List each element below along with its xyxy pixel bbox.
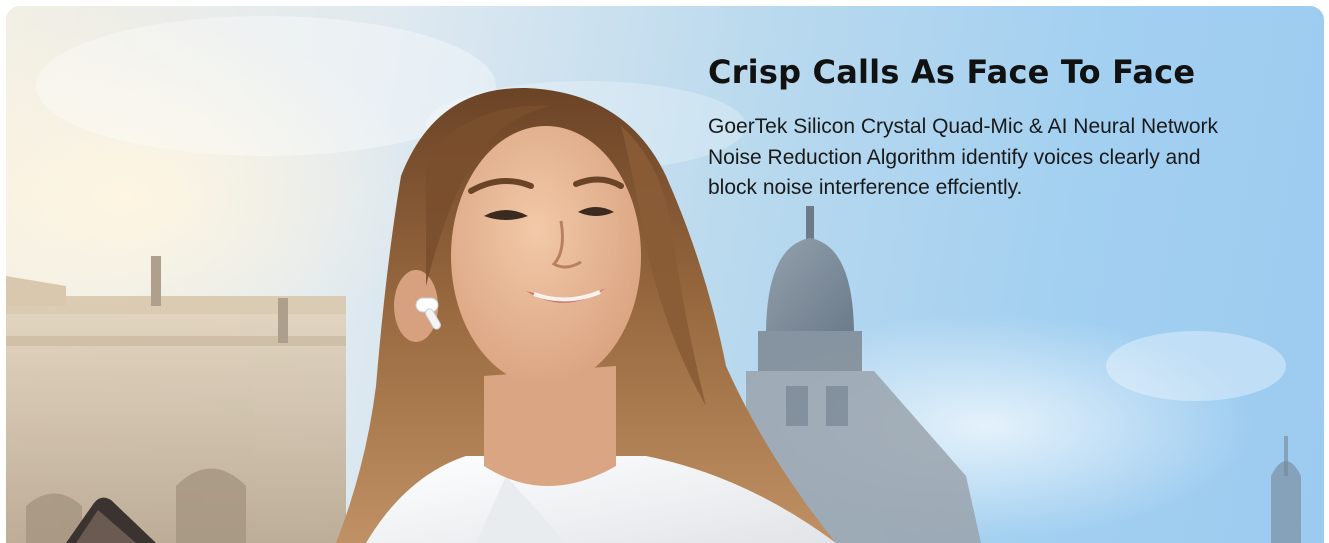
hero-copy: Crisp Calls As Face To Face GoerTek Sili… [708, 50, 1268, 204]
left-building [6, 256, 346, 543]
hero-headline: Crisp Calls As Face To Face [708, 53, 1196, 91]
hero-banner: Crisp Calls As Face To Face GoerTek Sili… [6, 6, 1324, 543]
hero-description: GoerTek Silicon Crystal Quad-Mic & AI Ne… [708, 115, 1218, 199]
